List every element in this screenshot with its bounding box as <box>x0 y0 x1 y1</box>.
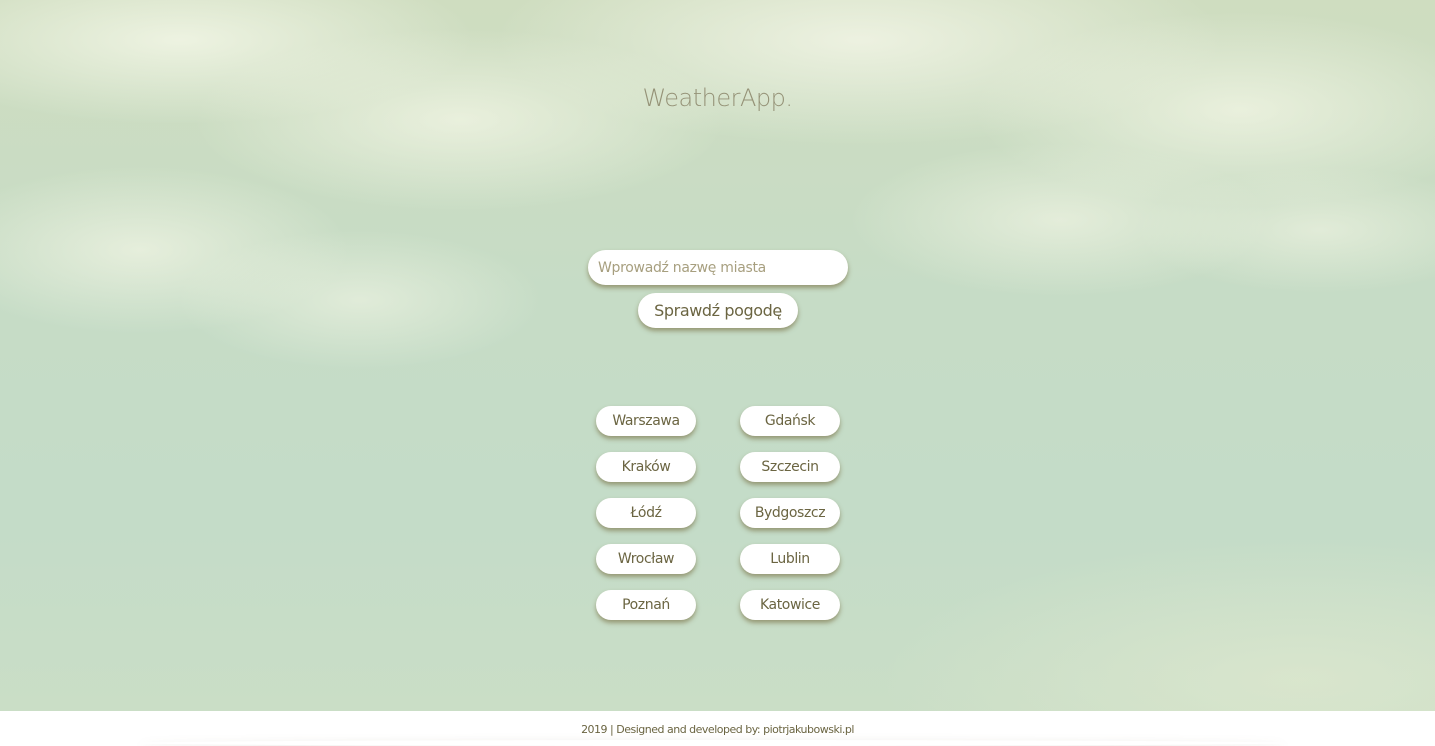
app-title: WeatherApp. <box>642 84 793 112</box>
page-background: WeatherApp. Sprawdź pogodę Warszawa Gdań… <box>0 0 1435 746</box>
footer-shadow <box>140 740 1285 746</box>
city-button-warszawa[interactable]: Warszawa <box>596 406 696 436</box>
city-button-gdansk[interactable]: Gdańsk <box>740 406 840 436</box>
city-button-lodz[interactable]: Łódź <box>596 498 696 528</box>
footer: 2019 | Designed and developed by: piotrj… <box>0 711 1435 746</box>
city-button-poznan[interactable]: Poznań <box>596 590 696 620</box>
city-button-katowice[interactable]: Katowice <box>740 590 840 620</box>
city-button-szczecin[interactable]: Szczecin <box>740 452 840 482</box>
footer-credits: 2019 | Designed and developed by: piotrj… <box>581 723 854 736</box>
city-button-lublin[interactable]: Lublin <box>740 544 840 574</box>
check-weather-button[interactable]: Sprawdź pogodę <box>638 293 798 328</box>
city-button-wroclaw[interactable]: Wrocław <box>596 544 696 574</box>
city-search-input[interactable] <box>588 250 848 285</box>
city-button-krakow[interactable]: Kraków <box>596 452 696 482</box>
city-button-bydgoszcz[interactable]: Bydgoszcz <box>740 498 840 528</box>
